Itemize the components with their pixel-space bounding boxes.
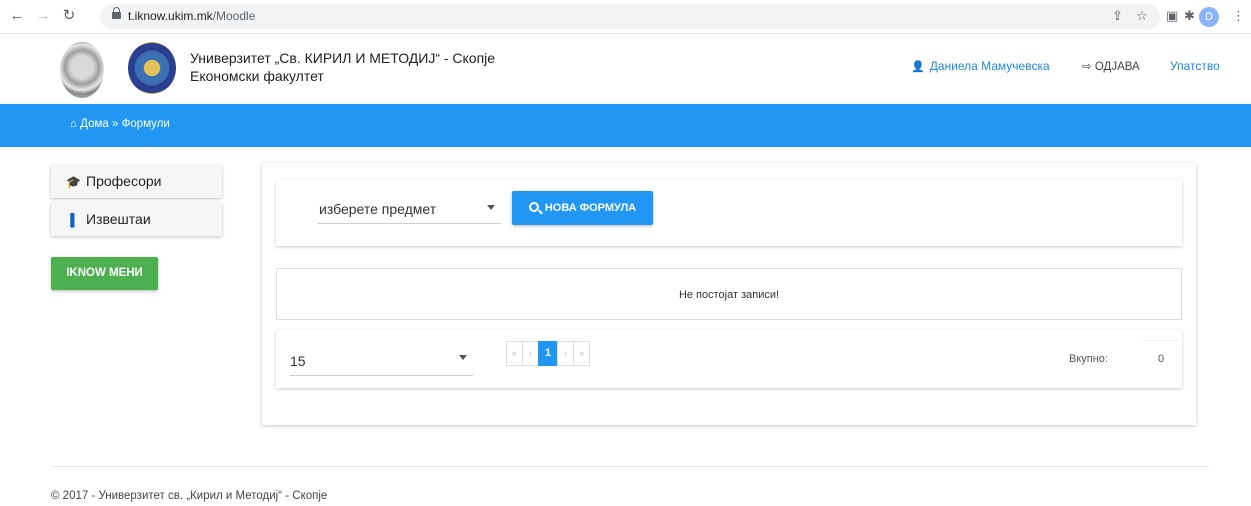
faculty-emblem-logo	[128, 42, 176, 94]
menu-kebab-icon[interactable]: ⋮	[1232, 8, 1245, 24]
breadcrumb-home[interactable]: Дома	[80, 118, 109, 130]
footer-copyright: © 2017 - Универзитет св. „Кирил и Методи…	[51, 490, 328, 502]
sidebar-item-reports[interactable]: ▐ Извештаи	[51, 203, 222, 236]
first-page-button[interactable]: «	[506, 341, 523, 366]
home-icon: ⌂	[70, 118, 77, 130]
user-profile-link[interactable]: 👤 Даниела Мамучевска	[911, 59, 1050, 73]
bar-chart-icon: ▐	[66, 213, 75, 227]
footer-divider	[51, 466, 1209, 467]
breadcrumb-bar: ⌂ Дома » Формули	[0, 104, 1251, 147]
prev-page-button[interactable]: ‹	[522, 341, 539, 366]
breadcrumb-current: Формули	[121, 118, 170, 130]
logout-link[interactable]: ⇨ ОДЈАВА	[1082, 59, 1140, 73]
records-list: Не постојат записи!	[276, 268, 1182, 320]
profile-avatar[interactable]: D	[1199, 7, 1219, 27]
graduation-cap-icon: 🎓	[66, 175, 81, 189]
logout-label: ОДЈАВА	[1094, 61, 1140, 73]
total-value: 0	[1143, 340, 1179, 376]
browser-toolbar: ← → ↻ t.iknow.ukim.mk/Moodle ⇪ ☆ ▣ ✱ D ⋮	[0, 0, 1251, 34]
page-size-value: 15	[290, 353, 306, 369]
empty-message: Не постојат записи!	[678, 289, 780, 301]
forward-arrow-icon[interactable]: →	[34, 8, 52, 24]
university-seal-logo	[60, 42, 104, 98]
page-size-select[interactable]: 15	[290, 347, 473, 376]
search-icon	[528, 202, 539, 212]
last-page-button[interactable]: »	[573, 341, 590, 366]
page-button[interactable]: 1	[538, 341, 558, 366]
puzzle-icon[interactable]: ✱	[1184, 8, 1195, 24]
subject-select[interactable]: изберете предмет	[317, 197, 501, 224]
new-formula-button[interactable]: НОВА ФОРМУЛА	[512, 191, 653, 225]
breadcrumb: ⌂ Дома » Формули	[70, 118, 170, 130]
university-name: Универзитет „Св. КИРИЛ И МЕТОДИЈ“ - Скоп…	[190, 50, 496, 66]
sign-out-icon: ⇨	[1082, 61, 1092, 73]
chevron-right-icon: »	[111, 118, 119, 130]
sidebar-item-professors[interactable]: 🎓 Професори	[51, 165, 222, 198]
chevron-down-icon	[459, 355, 467, 360]
next-page-button[interactable]: ›	[557, 341, 574, 366]
url-text: t.iknow.ukim.mk/Moodle	[128, 9, 256, 23]
user-plus-icon: 👤	[911, 61, 925, 73]
chevron-down-icon	[487, 205, 495, 210]
share-icon[interactable]: ⇪	[1112, 8, 1123, 24]
new-formula-label: НОВА ФОРМУЛА	[544, 202, 637, 214]
lock-icon	[112, 7, 121, 21]
help-link[interactable]: Упатство	[1170, 59, 1220, 73]
pagination: « ‹ 1 › »	[506, 341, 590, 366]
sidebar-item-label: Професори	[86, 173, 162, 189]
address-bar[interactable]: t.iknow.ukim.mk/Moodle	[100, 4, 1160, 29]
star-icon[interactable]: ☆	[1136, 8, 1148, 24]
total-label: Вкупно:	[1069, 353, 1108, 365]
subject-select-value: изберете предмет	[319, 201, 437, 217]
reload-icon[interactable]: ↻	[60, 8, 78, 24]
sidebar-item-label: Извештаи	[86, 211, 151, 227]
user-name: Даниела Мамучевска	[929, 59, 1050, 73]
faculty-name: Економски факултет	[190, 68, 324, 84]
iknow-menu-button[interactable]: IKNOW МЕНИ	[51, 257, 158, 290]
site-header: Универзитет „Св. КИРИЛ И МЕТОДИЈ“ - Скоп…	[0, 34, 1251, 104]
extension-icon[interactable]: ▣	[1166, 8, 1178, 24]
back-arrow-icon[interactable]: ←	[8, 8, 26, 24]
